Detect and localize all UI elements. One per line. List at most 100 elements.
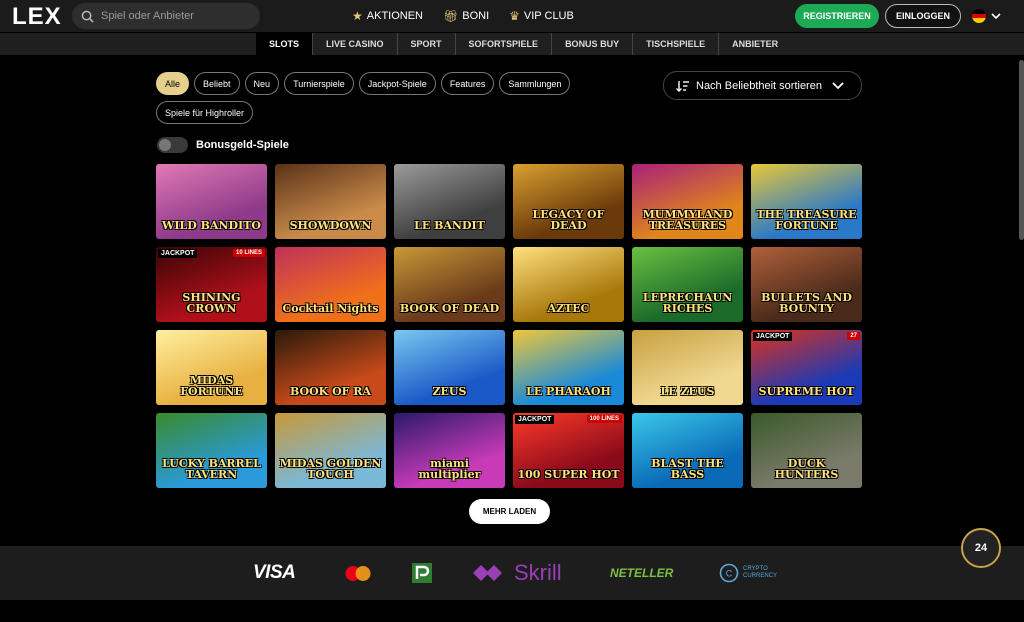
game-title: LEGACY OF DEAD xyxy=(532,207,605,233)
tab-tischspiele[interactable]: TISCHSPIELE xyxy=(633,33,720,55)
game-tile[interactable]: miami multiplier xyxy=(394,413,505,488)
game-tile[interactable]: THE TREASURE FORTUNE xyxy=(751,164,862,239)
chevron-down-icon xyxy=(832,81,844,89)
neteller-logo: NETELLER xyxy=(610,566,674,580)
game-tile[interactable]: DUCK HUNTERS xyxy=(751,413,862,488)
game-tile[interactable]: JACKPOT 27 SUPREME HOT xyxy=(751,330,862,405)
filter-neu[interactable]: Neu xyxy=(244,72,280,95)
game-tile[interactable]: LE ZEUS xyxy=(632,330,743,405)
bonus-toggle-row: Bonusgeld-Spiele xyxy=(157,137,289,153)
tab-sofortspiele[interactable]: SOFORTSPIELE xyxy=(456,33,553,55)
filter-jackpot-spiele[interactable]: Jackpot-Spiele xyxy=(358,72,436,95)
tab-live-casino[interactable]: LIVE CASINO xyxy=(313,33,398,55)
chevron-down-icon xyxy=(991,12,1001,19)
game-title: MUMMYLAND TREASURES xyxy=(642,207,733,233)
search-box[interactable] xyxy=(72,3,260,29)
game-tile[interactable]: JACKPOT 100 LINES 100 SUPER HOT xyxy=(513,413,624,488)
game-tile[interactable]: LE BANDIT xyxy=(394,164,505,239)
tab-slots[interactable]: SLOTS xyxy=(256,33,314,55)
filter-turnierspiele[interactable]: Turnierspiele xyxy=(284,72,354,95)
paypal-logo xyxy=(411,546,433,600)
sort-dropdown[interactable]: Nach Beliebtheit sortieren xyxy=(663,71,862,100)
jackpot-badge: JACKPOT xyxy=(515,415,555,424)
game-tile[interactable]: LUCKY BARREL TAVERN xyxy=(156,413,267,488)
filter-alle[interactable]: Alle xyxy=(156,72,190,95)
footer-payments: VISA Skrill NETELLER C CRYPTO CURRENCY xyxy=(0,546,1024,600)
game-tile[interactable]: AZTEC xyxy=(513,247,624,322)
search-icon xyxy=(81,10,94,23)
game-title: Cocktail Nights xyxy=(282,302,379,316)
game-tile[interactable]: LE PHARAOH xyxy=(513,330,624,405)
logo-text: LEX xyxy=(12,3,62,30)
bonus-toggle[interactable] xyxy=(157,137,188,153)
game-title: MIDAS GOLDEN TOUCH xyxy=(279,456,382,482)
tab-sport[interactable]: SPORT xyxy=(398,33,456,55)
filter-sammlungen[interactable]: Sammlungen xyxy=(499,72,571,95)
jackpot-badge: JACKPOT xyxy=(158,249,198,258)
game-title: BLAST THE BASS xyxy=(651,456,724,482)
search-input[interactable] xyxy=(99,9,253,23)
game-tile[interactable]: LEGACY OF DEAD xyxy=(513,164,624,239)
svg-text:C: C xyxy=(726,569,733,579)
login-button[interactable]: EINLOGGEN xyxy=(885,4,961,28)
crown-icon: ♛ xyxy=(509,9,520,23)
game-title: THE TREASURE FORTUNE xyxy=(756,207,857,233)
game-title: BOOK OF DEAD xyxy=(399,302,500,316)
game-title: SHOWDOWN xyxy=(289,219,372,233)
game-tile[interactable]: SHOWDOWN xyxy=(275,164,386,239)
game-tile[interactable]: BULLETS AND BOUNTY xyxy=(751,247,862,322)
game-title: LE BANDIT xyxy=(414,219,485,233)
game-tile[interactable]: WILD BANDITO xyxy=(156,164,267,239)
tab-bonus-buy[interactable]: BONUS BUY xyxy=(552,33,634,55)
lines-badge: 100 LINES xyxy=(586,415,622,423)
skrill-label: Skrill xyxy=(514,560,562,585)
game-tile[interactable]: BLAST THE BASS xyxy=(632,413,743,488)
crypto-icon: C xyxy=(719,563,739,583)
crypto-label: CRYPTO CURRENCY xyxy=(743,566,778,579)
game-tile[interactable]: ZEUS xyxy=(394,330,505,405)
game-tile[interactable]: BOOK OF RA xyxy=(275,330,386,405)
skrill-logo: Skrill xyxy=(472,546,562,600)
filter-beliebt[interactable]: Beliebt xyxy=(194,72,240,95)
game-title: AZTEC xyxy=(547,302,590,316)
filter-features[interactable]: Features xyxy=(440,72,495,95)
visa-logo: VISA xyxy=(253,562,296,583)
gift-icon: 🎁︎ xyxy=(443,9,459,23)
category-bar: SLOTS LIVE CASINO SPORT SOFORTSPIELE BON… xyxy=(0,33,1024,55)
language-selector[interactable] xyxy=(972,9,1001,23)
game-title: BULLETS AND BOUNTY xyxy=(761,290,852,316)
logo[interactable]: LEX xyxy=(12,3,62,31)
filter-chips: Alle Beliebt Neu Turnierspiele Jackpot-S… xyxy=(156,72,576,124)
game-title: SUPREME HOT xyxy=(758,385,855,399)
game-title: BOOK OF RA xyxy=(290,385,371,399)
nav-boni[interactable]: 🎁︎ BONI xyxy=(443,9,489,23)
game-tile[interactable]: LEPRECHAUN RICHES xyxy=(632,247,743,322)
game-title: LE ZEUS xyxy=(660,385,715,399)
lines-badge: 10 LINES xyxy=(232,249,265,257)
game-title: SHINING CROWN xyxy=(182,290,241,316)
game-title: DUCK HUNTERS xyxy=(774,456,839,482)
filter-highroller[interactable]: Spiele für Highroller xyxy=(156,101,254,124)
sort-label: Nach Beliebtheit sortieren xyxy=(696,79,822,92)
game-title: 100 SUPER HOT xyxy=(517,468,620,482)
tab-anbieter[interactable]: ANBIETER xyxy=(719,33,791,55)
game-grid: WILD BANDITO SHOWDOWN LE BANDIT LEGACY OF D… xyxy=(156,164,862,488)
nav-boni-label: BONI xyxy=(462,10,490,22)
register-button[interactable]: REGISTRIEREN xyxy=(795,4,879,28)
game-title: ZEUS xyxy=(432,385,467,399)
skrill-icon xyxy=(473,565,502,581)
game-tile[interactable]: JACKPOT 10 LINES SHINING CROWN xyxy=(156,247,267,322)
mastercard-logo xyxy=(344,546,372,600)
nav-vip-club[interactable]: ♛ VIP CLUB xyxy=(509,9,574,23)
game-tile[interactable]: Cocktail Nights xyxy=(275,247,386,322)
game-tile[interactable]: MUMMYLAND TREASURES xyxy=(632,164,743,239)
top-nav: ★ AKTIONEN 🎁︎ BONI ♛ VIP CLUB xyxy=(352,9,574,23)
nav-aktionen[interactable]: ★ AKTIONEN xyxy=(352,9,423,23)
game-tile[interactable]: BOOK OF DEAD xyxy=(394,247,505,322)
scrollbar[interactable] xyxy=(1019,60,1024,240)
crypto-logo: C CRYPTO CURRENCY xyxy=(719,546,787,600)
game-tile[interactable]: MIDAS FORTUNE xyxy=(156,330,267,405)
game-tile[interactable]: MIDAS GOLDEN TOUCH xyxy=(275,413,386,488)
support-24-button[interactable]: 24 xyxy=(961,528,1001,568)
load-more-button[interactable]: MEHR LADEN xyxy=(469,499,550,524)
